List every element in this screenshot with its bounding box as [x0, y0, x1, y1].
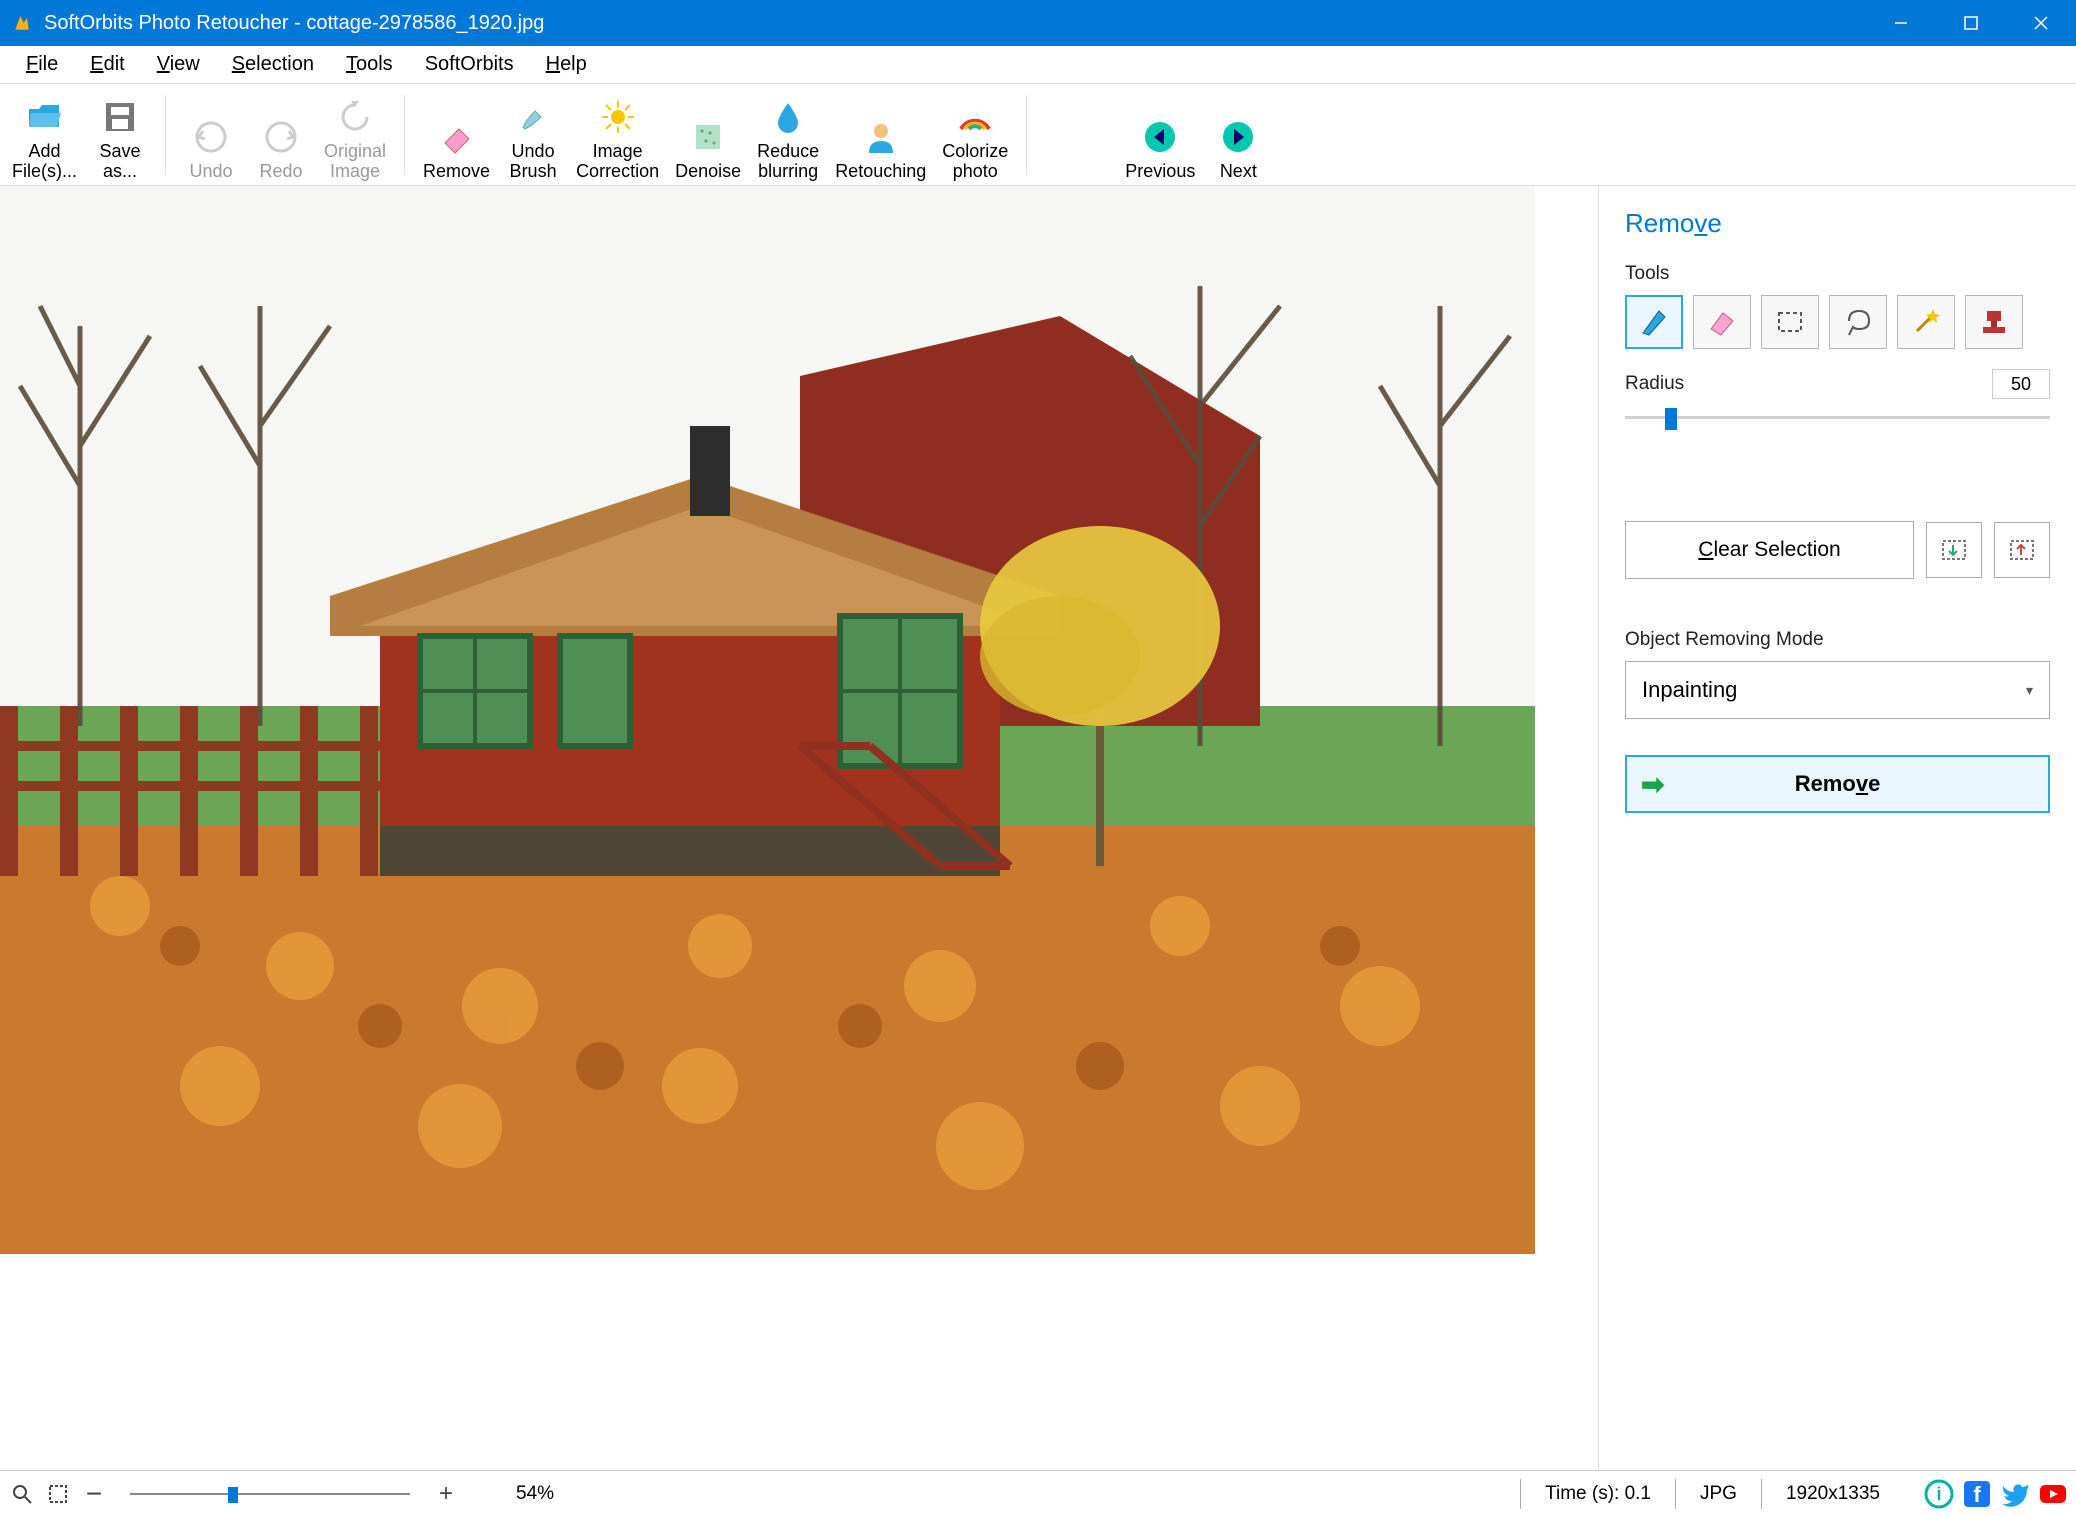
- tool-rect-select[interactable]: [1761, 295, 1819, 349]
- retouching-button[interactable]: Retouching: [827, 86, 934, 184]
- clear-selection-button[interactable]: Clear Selection: [1625, 521, 1914, 579]
- menu-help[interactable]: Help: [530, 47, 603, 82]
- denoise-icon: [690, 116, 726, 158]
- maximize-button[interactable]: [1936, 0, 2006, 46]
- minimize-button[interactable]: [1866, 0, 1936, 46]
- twitter-icon[interactable]: [2000, 1479, 2030, 1509]
- previous-button[interactable]: Previous: [1117, 86, 1203, 184]
- next-button[interactable]: Next: [1203, 86, 1273, 184]
- zoom-in-button[interactable]: +: [432, 1480, 460, 1508]
- chevron-down-icon: ▾: [2026, 682, 2033, 699]
- image-preview: [0, 186, 1535, 1254]
- colorize-button[interactable]: Colorizephoto: [934, 86, 1016, 184]
- zoom-out-button[interactable]: −: [80, 1480, 108, 1508]
- close-button[interactable]: [2006, 0, 2076, 46]
- mode-select[interactable]: Inpainting▾: [1625, 661, 2050, 719]
- status-time: Time (s): 0.1: [1520, 1479, 1675, 1509]
- svg-text:f: f: [1973, 1482, 1981, 1507]
- revert-icon: [337, 96, 373, 138]
- zoom-slider[interactable]: [130, 1483, 410, 1505]
- image-correction-button[interactable]: ImageCorrection: [568, 86, 667, 184]
- eraser-icon: [439, 116, 475, 158]
- arrow-right-icon: ➡: [1641, 768, 1664, 801]
- remove-button[interactable]: ➡ Remove: [1625, 755, 2050, 813]
- person-icon: [863, 116, 899, 158]
- save-icon: [102, 96, 138, 138]
- panel-title: Remove: [1625, 208, 2050, 239]
- info-icon[interactable]: i: [1924, 1479, 1954, 1509]
- original-image-button[interactable]: OriginalImage: [316, 86, 394, 184]
- menu-file[interactable]: File: [10, 47, 74, 82]
- fit-screen-icon[interactable]: [44, 1480, 72, 1508]
- undo-brush-button[interactable]: UndoBrush: [498, 86, 568, 184]
- canvas-area[interactable]: [0, 186, 1598, 1470]
- radius-slider[interactable]: [1625, 405, 2050, 431]
- menu-edit[interactable]: Edit: [74, 47, 140, 82]
- tool-lasso[interactable]: [1829, 295, 1887, 349]
- folder-icon: [27, 96, 63, 138]
- menu-tools[interactable]: Tools: [330, 47, 409, 82]
- rainbow-icon: [957, 96, 993, 138]
- load-mask-button[interactable]: [1926, 522, 1982, 578]
- zoom-tool-icon[interactable]: [8, 1480, 36, 1508]
- next-icon: [1220, 116, 1256, 158]
- window-title: SoftOrbits Photo Retoucher - cottage-297…: [44, 12, 1866, 35]
- titlebar: SoftOrbits Photo Retoucher - cottage-297…: [0, 0, 2076, 46]
- menu-view[interactable]: View: [141, 47, 216, 82]
- denoise-button[interactable]: Denoise: [667, 86, 749, 184]
- radius-value[interactable]: 50: [1992, 369, 2050, 399]
- save-as-button[interactable]: Saveas...: [85, 86, 155, 184]
- previous-icon: [1142, 116, 1178, 158]
- undo-button[interactable]: Undo: [176, 86, 246, 184]
- status-format: JPG: [1675, 1479, 1761, 1509]
- sun-icon: [600, 96, 636, 138]
- toolbar: AddFile(s)... Saveas... Undo Redo Origin…: [0, 84, 2076, 186]
- remove-tool-button[interactable]: Remove: [415, 86, 498, 184]
- tools-label: Tools: [1625, 263, 2050, 285]
- mode-label: Object Removing Mode: [1625, 629, 2050, 651]
- radius-label: Radius: [1625, 373, 1684, 395]
- menu-softorbits[interactable]: SoftOrbits: [409, 47, 530, 82]
- facebook-icon[interactable]: f: [1962, 1479, 1992, 1509]
- youtube-icon[interactable]: [2038, 1479, 2068, 1509]
- reduce-blurring-button[interactable]: Reduceblurring: [749, 86, 827, 184]
- app-icon: [12, 13, 32, 33]
- status-dimensions: 1920x1335: [1761, 1479, 1904, 1509]
- add-files-button[interactable]: AddFile(s)...: [4, 86, 85, 184]
- redo-icon: [263, 116, 299, 158]
- save-mask-button[interactable]: [1994, 522, 2050, 578]
- droplet-icon: [770, 96, 806, 138]
- menubar: File Edit View Selection Tools SoftOrbit…: [0, 46, 2076, 84]
- menu-selection[interactable]: Selection: [216, 47, 330, 82]
- tool-eraser[interactable]: [1693, 295, 1751, 349]
- undo-icon: [193, 116, 229, 158]
- zoom-value: 54%: [516, 1483, 554, 1505]
- brush-icon: [515, 96, 551, 138]
- statusbar: − + 54% Time (s): 0.1 JPG 1920x1335 i f: [0, 1470, 2076, 1516]
- svg-text:i: i: [1936, 1484, 1941, 1504]
- tool-stamp[interactable]: [1965, 295, 2023, 349]
- tool-marker[interactable]: [1625, 295, 1683, 349]
- redo-button[interactable]: Redo: [246, 86, 316, 184]
- tool-magic-wand[interactable]: [1897, 295, 1955, 349]
- side-panel: Remove Tools Radius 50 Clear Selection: [1598, 186, 2076, 1470]
